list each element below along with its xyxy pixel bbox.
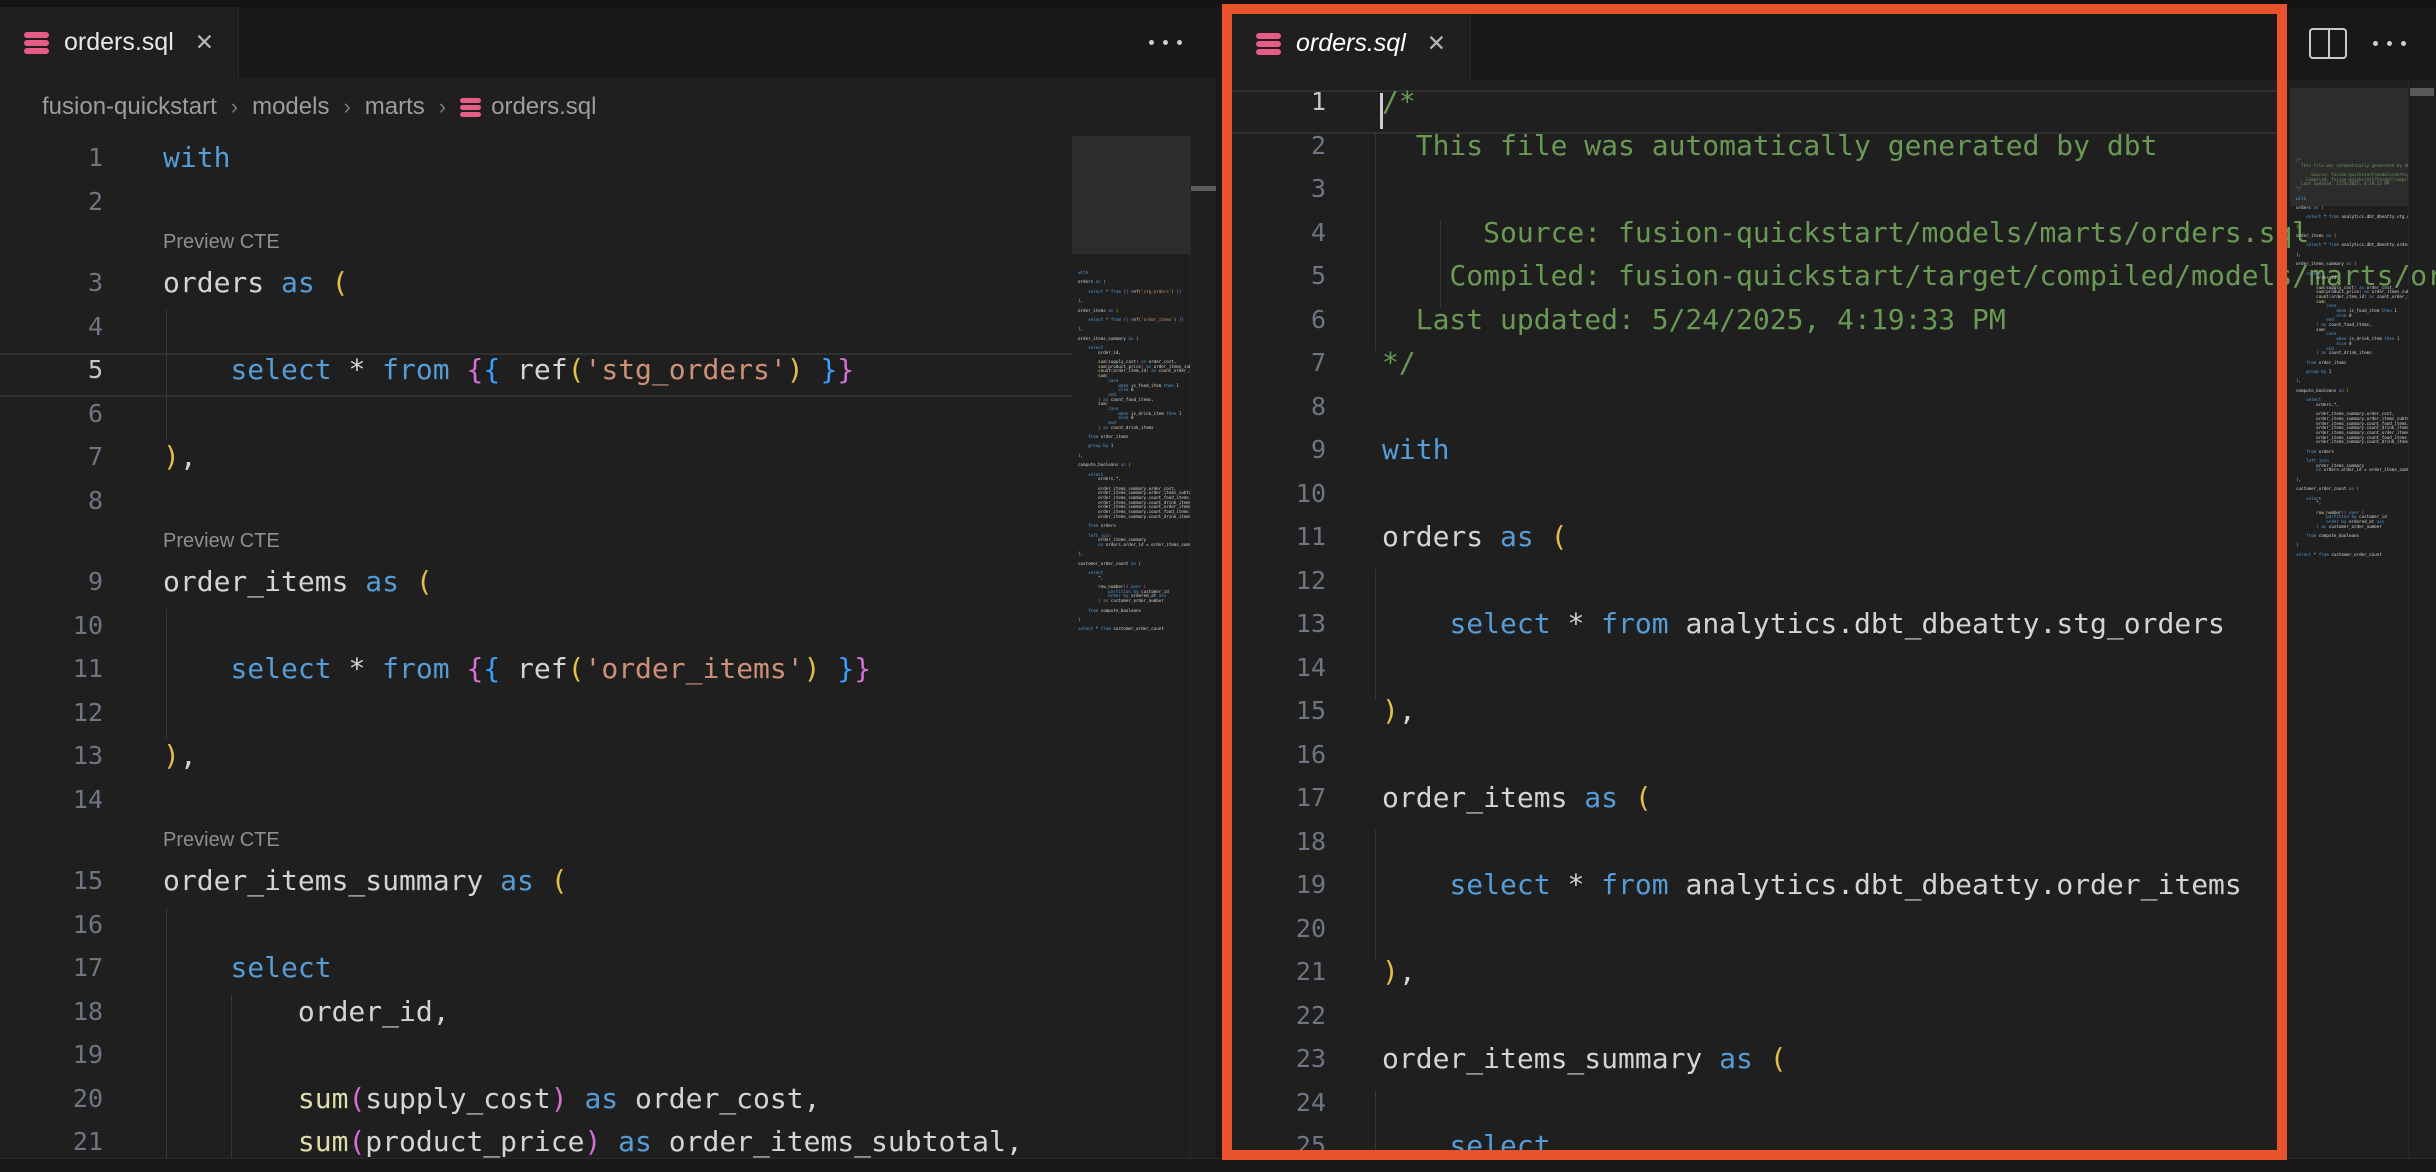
left-minimap[interactable]: with orders as ( select * from {{ ref('s…: [1072, 265, 1190, 1172]
code-line: [1222, 559, 2436, 603]
code-line: with: [0, 136, 1216, 180]
bottom-panel-edge: [0, 1158, 2436, 1172]
tab-label: orders.sql: [64, 28, 174, 57]
code-line: select * from {{ ref('order_items') }}: [0, 647, 1216, 691]
code-line: [0, 691, 1216, 735]
code-line: order_items_summary as (: [1222, 1037, 2436, 1081]
code-line: [0, 778, 1216, 822]
code-line: [0, 1033, 1216, 1077]
right-minimap[interactable]: /* This file was automatically generated…: [2290, 153, 2408, 1172]
right-editor-group: orders.sql ✕ 123456789101112131415161718…: [1222, 7, 2436, 1172]
code-line: [1222, 820, 2436, 864]
code-line: [1222, 472, 2436, 516]
code-line: orders as (: [0, 261, 1216, 305]
code-line: [0, 903, 1216, 947]
code-lens-preview-cte-link[interactable]: Preview CTE: [163, 829, 280, 851]
window-top-strip: [0, 0, 2436, 7]
code-line: select * from analytics.dbt_dbeatty.orde…: [1222, 863, 2436, 907]
code-line: [0, 180, 1216, 224]
code-line: sum(product_price) as order_items_subtot…: [0, 1120, 1216, 1164]
code-line: select * from {{ ref('stg_orders') }}: [0, 348, 1216, 392]
more-actions-icon[interactable]: [1149, 40, 1182, 45]
breadcrumb-file-label: orders.sql: [491, 93, 596, 121]
vscode-window: orders.sql ✕ fusion-quickstart › models …: [0, 0, 2436, 1172]
breadcrumb-item-models[interactable]: models: [252, 93, 329, 121]
code-line: select * from analytics.dbt_dbeatty.stg_…: [1222, 602, 2436, 646]
split-editor-icon[interactable]: [2309, 28, 2347, 59]
breadcrumb-item-file[interactable]: orders.sql: [460, 93, 596, 121]
code-line: with: [1222, 428, 2436, 472]
code-lens-row: Preview CTE: [0, 821, 1216, 859]
code-line: */: [1222, 341, 2436, 385]
code-line: order_items as (: [0, 560, 1216, 604]
database-icon: [24, 32, 49, 54]
code-line: [1222, 1081, 2436, 1125]
right-code-content: /* This file was automatically generated…: [1222, 80, 2436, 1168]
code-line: [0, 392, 1216, 436]
code-line: [1222, 733, 2436, 777]
code-line: Compiled: fusion-quickstart/target/compi…: [1222, 254, 2436, 298]
minimap-slider[interactable]: [2290, 88, 2408, 206]
code-line: [1222, 385, 2436, 429]
tab-label: orders.sql: [1296, 29, 1406, 58]
database-icon: [460, 98, 481, 117]
breadcrumb: fusion-quickstart › models › marts › ord…: [0, 78, 1216, 136]
overview-ruler-cursor-marker: [1191, 186, 1216, 191]
left-editor-group: orders.sql ✕ fusion-quickstart › models …: [0, 7, 1216, 1172]
close-icon[interactable]: ✕: [195, 29, 214, 56]
left-tab-bar: orders.sql ✕: [0, 7, 1216, 78]
code-line: [1222, 646, 2436, 690]
code-line: sum(supply_cost) as order_cost,: [0, 1077, 1216, 1121]
code-line: [1222, 994, 2436, 1038]
right-code-editor[interactable]: 1234567891011121314151617181920212223242…: [1222, 80, 2436, 1172]
code-lens-row: Preview CTE: [0, 223, 1216, 261]
code-line: /*: [1222, 80, 2436, 124]
minimap-slider[interactable]: [1072, 136, 1190, 254]
code-line: Last updated: 5/24/2025, 4:19:33 PM: [1222, 298, 2436, 342]
code-line: [1222, 907, 2436, 951]
code-lens-row: Preview CTE: [0, 522, 1216, 560]
code-line: select: [0, 946, 1216, 990]
code-line: [0, 479, 1216, 523]
left-code-editor[interactable]: 123456789101112131415161718192021 withPr…: [0, 136, 1216, 1172]
code-line: order_id,: [0, 990, 1216, 1034]
left-code-content: with Preview CTE orders as ( select * from…: [0, 136, 1216, 1164]
code-line: [0, 305, 1216, 349]
code-line: [0, 604, 1216, 648]
chevron-right-icon: ›: [343, 94, 350, 120]
tab-orders-sql-source[interactable]: orders.sql ✕: [0, 7, 239, 78]
code-line: ),: [1222, 689, 2436, 733]
more-actions-icon[interactable]: [2373, 41, 2406, 46]
chevron-right-icon: ›: [231, 94, 238, 120]
code-line: order_items_summary as (: [0, 859, 1216, 903]
code-line: orders as (: [1222, 515, 2436, 559]
code-line: ),: [1222, 950, 2436, 994]
tab-orders-sql-compiled-preview[interactable]: orders.sql ✕: [1232, 7, 1471, 80]
overview-ruler-cursor-marker: [2410, 88, 2434, 96]
code-line: ),: [0, 734, 1216, 778]
code-line: ),: [0, 435, 1216, 479]
right-tab-bar: orders.sql ✕: [1222, 7, 2436, 80]
breadcrumb-item-project[interactable]: fusion-quickstart: [42, 93, 217, 121]
code-line: order_items as (: [1222, 776, 2436, 820]
breadcrumb-item-marts[interactable]: marts: [365, 93, 425, 121]
close-icon[interactable]: ✕: [1427, 30, 1446, 57]
code-line: Source: fusion-quickstart/models/marts/o…: [1222, 211, 2436, 255]
code-line: This file was automatically generated by…: [1222, 124, 2436, 168]
code-lens-preview-cte-link[interactable]: Preview CTE: [163, 231, 280, 253]
chevron-right-icon: ›: [439, 94, 446, 120]
code-lens-preview-cte-link[interactable]: Preview CTE: [163, 530, 280, 552]
code-line: [1222, 167, 2436, 211]
database-icon: [1256, 33, 1281, 55]
